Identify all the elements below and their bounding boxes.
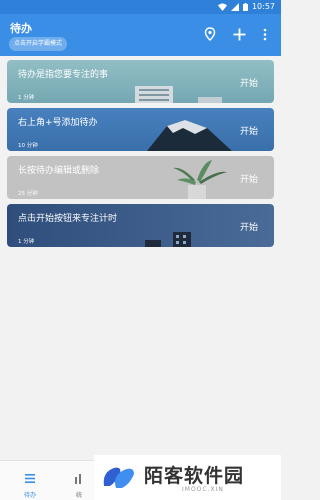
start-button[interactable]: 开始 [240, 172, 258, 185]
task-card[interactable]: 待办是指您要专注的事 1 分钟 开始 [7, 60, 274, 103]
task-title: 待办是指您要专注的事 [18, 70, 109, 80]
start-button[interactable]: 开始 [240, 220, 258, 233]
task-duration: 25 分钟 [18, 191, 38, 197]
task-card[interactable]: 长按待办编辑或删除 25 分钟 开始 [7, 156, 274, 199]
start-button[interactable]: 开始 [240, 76, 258, 89]
watermark-name: 陌客软件园 [144, 465, 245, 487]
wifi-icon [217, 3, 227, 11]
task-title: 右上角+号添加待办 [18, 118, 98, 128]
tab-todo[interactable]: 待办 [15, 469, 45, 499]
battery-icon [242, 2, 248, 11]
start-button[interactable]: 开始 [240, 124, 258, 137]
watermark: 陌客软件园 IMOOC.XIN [94, 455, 281, 500]
list-icon [24, 469, 36, 488]
page-title: 待办 [10, 22, 32, 35]
tab-label: 统 [75, 492, 82, 499]
task-duration: 1 分钟 [18, 239, 35, 245]
watermark-logo [103, 467, 134, 488]
task-title: 长按待办编辑或删除 [18, 166, 100, 176]
stats-icon [73, 469, 85, 488]
task-title: 点击开始按钮来专注计时 [18, 214, 118, 224]
tab-stats[interactable]: 统 [64, 469, 94, 499]
status-time: 10:57 [251, 2, 275, 11]
tab-label: 待办 [23, 492, 36, 499]
task-duration: 10 分钟 [18, 143, 38, 149]
more-vert-icon[interactable] [257, 26, 273, 42]
cellular-signal-icon [230, 2, 239, 11]
status-bar: 10:57 [0, 0, 281, 14]
watermark-domain: IMOOC.XIN [182, 486, 224, 493]
study-mode-button[interactable]: 点击开启学霸模式 [9, 37, 68, 51]
app-bar: 待办 点击开启学霸模式 [0, 14, 281, 56]
plus-icon[interactable] [231, 26, 247, 42]
task-card[interactable]: 点击开始按钮来专注计时 1 分钟 开始 [7, 204, 274, 247]
location-pin-icon[interactable] [202, 26, 218, 42]
task-card[interactable]: 右上角+号添加待办 10 分钟 开始 [7, 108, 274, 151]
task-duration: 1 分钟 [18, 95, 35, 101]
